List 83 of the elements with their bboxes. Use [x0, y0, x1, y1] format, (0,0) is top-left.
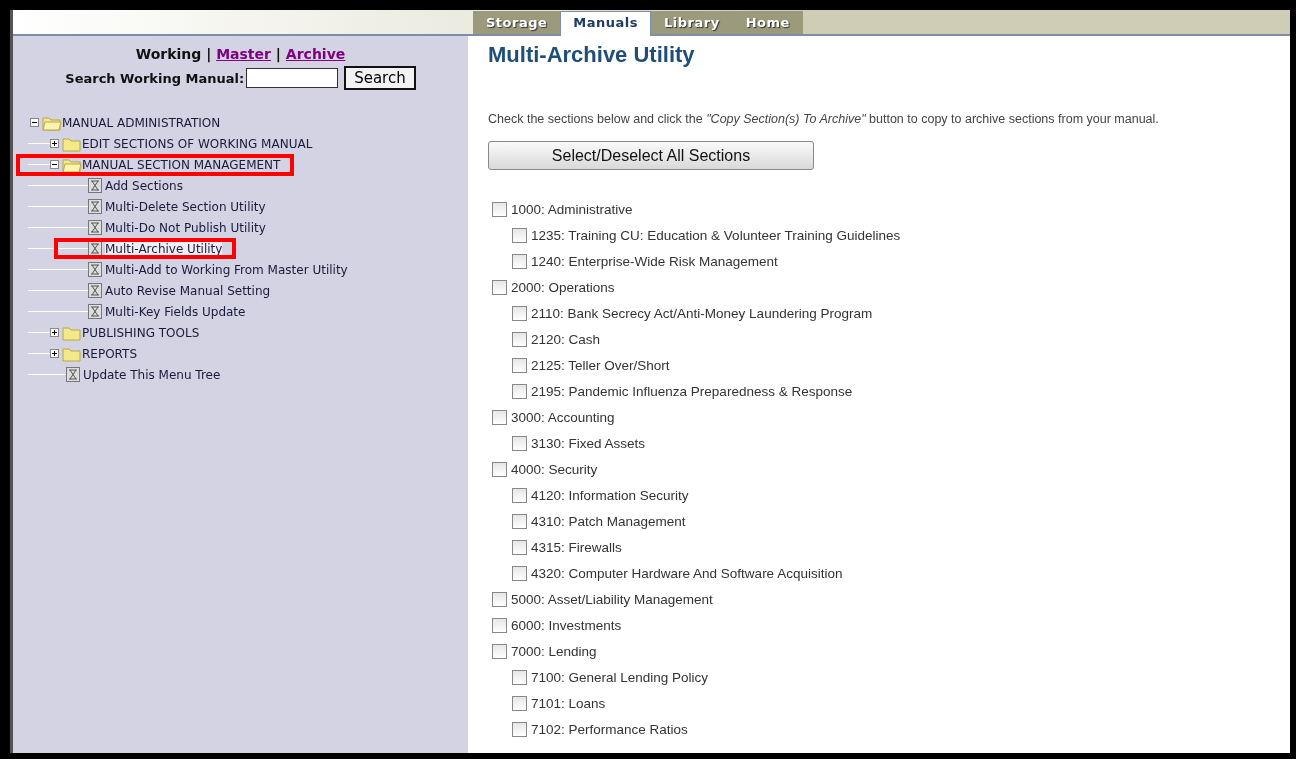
search-button[interactable]: Search	[344, 66, 416, 90]
checkbox[interactable]	[492, 617, 507, 633]
separator-text: |	[275, 46, 281, 62]
checkbox[interactable]	[512, 331, 527, 347]
checkbox[interactable]	[512, 669, 527, 685]
section-label: 2125: Teller Over/Short	[531, 357, 670, 373]
checkbox[interactable]	[512, 539, 527, 555]
tab[interactable]: Manuals	[560, 11, 651, 36]
document-icon	[88, 220, 102, 235]
checkbox[interactable]	[512, 721, 527, 737]
folder-icon	[62, 135, 82, 152]
document-icon	[88, 283, 102, 298]
section-label: 4310: Patch Management	[531, 513, 686, 529]
tree-item[interactable]: Add Sections	[105, 178, 183, 193]
checkbox[interactable]	[512, 487, 527, 503]
section-label: 1235: Training CU: Education & Volunteer Training Guidelines	[531, 227, 901, 243]
tree-item[interactable]: Multi-Add to Working From Master Utility	[105, 262, 348, 277]
checkbox[interactable]	[492, 409, 507, 425]
section-label: 7101: Loans	[531, 695, 606, 711]
instructions-text: Check the sections below and click the "Copy Section(s) To Archive" button to copy to archive sections from your manual.	[488, 112, 1160, 126]
folder-icon	[42, 114, 62, 131]
checkbox[interactable]	[512, 305, 527, 321]
section-label: 3130: Fixed Assets	[531, 435, 646, 451]
select-all-button[interactable]: Select/Deselect All Sections	[488, 141, 814, 170]
section-label: 3000: Accounting	[511, 409, 615, 425]
checkbox[interactable]	[512, 513, 527, 529]
section-label: 4315: Firewalls	[531, 539, 622, 555]
folder-icon	[62, 324, 82, 341]
checkbox[interactable]	[512, 435, 527, 451]
view-label: Working	[135, 46, 202, 62]
section-label: 5000: Asset/Liability Management	[511, 591, 713, 607]
section-label: 2120: Cash	[531, 331, 601, 347]
tree-item[interactable]: REPORTS	[82, 346, 137, 361]
checkbox[interactable]	[512, 565, 527, 581]
tree-item[interactable]: Multi-Key Fields Update	[105, 304, 246, 319]
checkbox[interactable]	[512, 383, 527, 399]
document-icon	[88, 199, 102, 214]
checkbox[interactable]	[512, 227, 527, 243]
document-icon	[88, 178, 102, 193]
section-label: 6000: Investments	[511, 617, 622, 633]
document-icon	[88, 304, 102, 319]
checkbox[interactable]	[512, 253, 527, 269]
search-field[interactable]	[246, 68, 339, 88]
checkbox[interactable]	[512, 357, 527, 373]
tree-item[interactable]: MANUAL SECTION MANAGEMENT	[82, 157, 281, 172]
tree-item[interactable]: PUBLISHING TOOLS	[82, 325, 200, 340]
section-label: 7100: General Lending Policy	[531, 669, 709, 685]
section-label: 4000: Security	[511, 461, 598, 477]
tree-item[interactable]: Update This Menu Tree	[83, 367, 221, 382]
folder-icon	[62, 156, 82, 173]
separator-text: |	[206, 46, 212, 62]
checkbox[interactable]	[492, 643, 507, 659]
collapse-icon[interactable]	[50, 160, 59, 169]
section-label: 1000: Administrative	[511, 201, 633, 217]
folder-icon	[62, 345, 82, 362]
section-label: 7000: Lending	[511, 643, 597, 659]
checkbox[interactable]	[492, 279, 507, 295]
section-label: 2000: Operations	[511, 279, 615, 295]
section-label: 4120: Information Security	[531, 487, 689, 503]
search-label: Search Working Manual:	[65, 70, 245, 86]
tree-item[interactable]: Multi-Delete Section Utility	[105, 199, 266, 214]
section-label: 2110: Bank Secrecy Act/Anti-Money Laundering Program	[531, 305, 873, 321]
tree-item[interactable]: MANUAL ADMINISTRATION	[62, 115, 221, 130]
checkbox[interactable]	[492, 591, 507, 607]
view-link[interactable]: Archive	[285, 46, 346, 62]
section-label: 7102: Performance Ratios	[531, 721, 688, 737]
tree-item[interactable]: EDIT SECTIONS OF WORKING MANUAL	[82, 136, 313, 151]
tree-item[interactable]: Multi-Do Not Publish Utility	[105, 220, 266, 235]
document-icon	[66, 367, 80, 382]
section-label: 2195: Pandemic Influenza Preparedness & Response	[531, 383, 853, 399]
tree-item[interactable]: Auto Revise Manual Setting	[105, 283, 271, 298]
checkbox[interactable]	[512, 695, 527, 711]
view-link[interactable]: Master	[216, 46, 271, 62]
checkbox[interactable]	[492, 201, 507, 217]
page-title: Multi-Archive Utility	[488, 42, 696, 68]
section-label: 1240: Enterprise-Wide Risk Management	[531, 253, 778, 269]
expand-icon[interactable]	[50, 349, 59, 358]
checkbox[interactable]	[492, 461, 507, 477]
collapse-icon[interactable]	[30, 118, 39, 127]
expand-icon[interactable]	[50, 139, 59, 148]
section-label: 4320: Computer Hardware And Software Acquisition	[531, 565, 843, 581]
document-icon	[88, 262, 102, 277]
expand-icon[interactable]	[50, 328, 59, 337]
